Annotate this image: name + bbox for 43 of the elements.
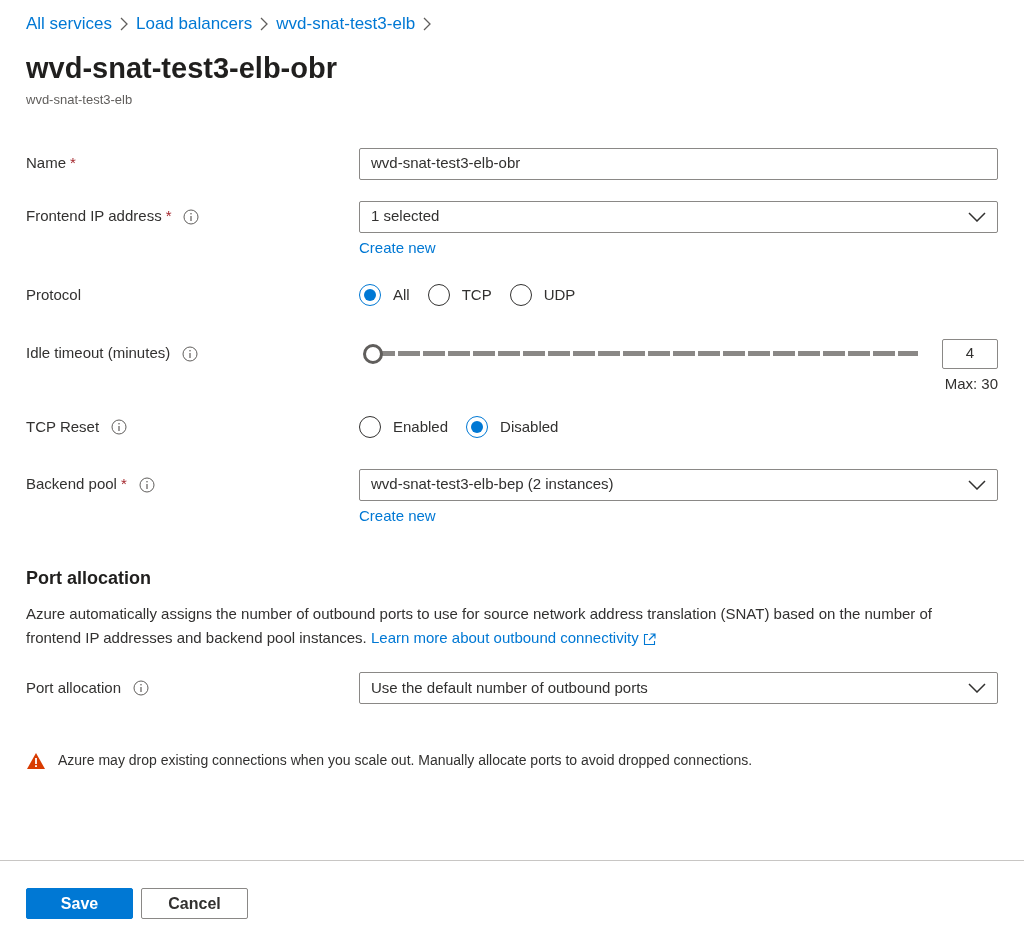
number-input[interactable]: 4 bbox=[942, 338, 998, 369]
required-mark: * bbox=[120, 474, 127, 495]
chevron-icon bbox=[423, 16, 432, 31]
field-label: Name bbox=[26, 153, 66, 174]
field-label: Idle timeout (minutes) bbox=[26, 343, 171, 364]
save-button[interactable]: Save bbox=[26, 888, 133, 919]
page-title: wvd-snat-test3-elb-obr bbox=[26, 50, 338, 86]
field-label: Backend pool bbox=[26, 474, 117, 495]
dropdown[interactable]: 1 selected bbox=[359, 200, 998, 233]
learn-more-link[interactable]: Learn more about outbound connectivity bbox=[370, 629, 656, 646]
radio-label: Enabled bbox=[393, 417, 449, 437]
dropdown[interactable]: wvd-snat-test3-elb-bep (2 instances) bbox=[359, 468, 998, 501]
dropdown[interactable]: Use the default number of outbound ports bbox=[359, 672, 998, 704]
required-mark: * bbox=[165, 206, 172, 227]
field-label: Protocol bbox=[26, 285, 82, 305]
chevron-icon bbox=[119, 16, 128, 31]
chevron-down-icon bbox=[968, 211, 986, 222]
section-heading: Port allocation bbox=[26, 567, 152, 590]
breadcrumb-link[interactable]: All services bbox=[26, 11, 112, 37]
warning-message: Azure may drop existing connections when you scale out. Manually allocate ports to avoid dropped connections. bbox=[58, 751, 753, 770]
create-new-link[interactable]: Create new bbox=[359, 236, 436, 259]
section-description: Azure automatically assigns the number of outbound ports to use for source network address translation (SNAT) based on the number of frontend IP addresses and backend pool instances. Learn more about outbound connectivity bbox=[26, 604, 934, 648]
required-mark: * bbox=[70, 153, 76, 174]
text-input[interactable]: wvd-snat-test3-elb-obr bbox=[359, 147, 998, 180]
chevron-icon bbox=[260, 16, 269, 31]
slider-thumb[interactable] bbox=[363, 343, 383, 364]
field-label: Frontend IP address bbox=[26, 206, 162, 227]
field-label: TCP Reset bbox=[26, 417, 100, 437]
breadcrumb-link[interactable]: wvd-snat-test3-elb bbox=[276, 11, 416, 37]
breadcrumb-link[interactable]: Load balancers bbox=[135, 11, 253, 37]
radio-label: All bbox=[393, 285, 410, 305]
field-label: Port allocation bbox=[26, 677, 122, 698]
chevron-down-icon bbox=[968, 683, 986, 693]
page-subtitle: wvd-snat-test3-elb bbox=[26, 91, 134, 109]
radio-label: TCP bbox=[461, 285, 492, 305]
external-link-icon bbox=[642, 632, 656, 646]
max-label: Max: 30 bbox=[944, 373, 998, 394]
create-new-link[interactable]: Create new bbox=[359, 504, 436, 527]
radio-label: UDP bbox=[543, 285, 576, 305]
chevron-down-icon bbox=[968, 479, 986, 490]
radio-label: Disabled bbox=[500, 417, 559, 437]
warning-icon bbox=[26, 751, 46, 770]
cancel-button[interactable]: Cancel bbox=[141, 888, 248, 919]
